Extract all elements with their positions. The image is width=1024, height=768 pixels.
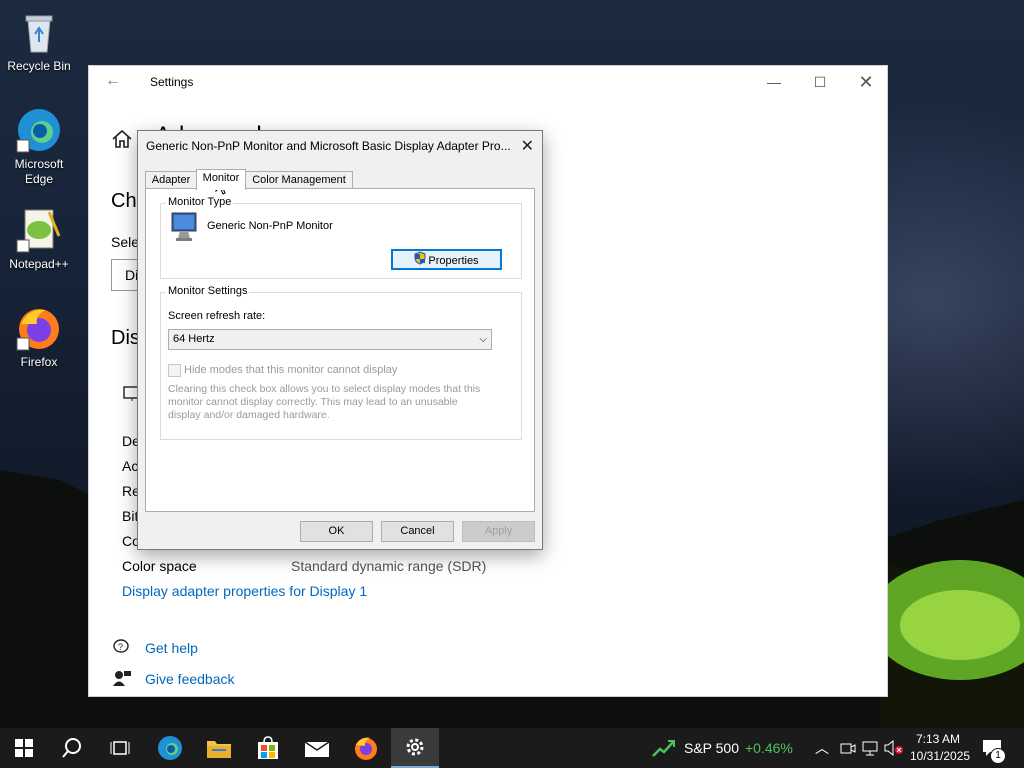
refresh-rate-label: Screen refresh rate: bbox=[168, 310, 266, 322]
hide-modes-checkbox[interactable] bbox=[168, 364, 181, 377]
tab-monitor-label: Monitor bbox=[202, 172, 240, 184]
search-button[interactable] bbox=[48, 728, 96, 768]
notepadpp-icon bbox=[15, 206, 63, 254]
start-button[interactable] bbox=[0, 728, 48, 768]
monitor-settings-group-label: Monitor Settings bbox=[166, 285, 250, 297]
cancel-button-label: Cancel bbox=[400, 525, 435, 537]
color-space-label: Color space bbox=[122, 558, 197, 574]
taskbar-firefox[interactable] bbox=[342, 728, 390, 768]
desktop-icon-recycle-bin[interactable]: Recycle Bin bbox=[2, 8, 76, 74]
tab-color-management-label: Color Management bbox=[252, 174, 346, 186]
clock-date[interactable]: 10/31/2025 bbox=[910, 749, 970, 763]
stock-chart-icon[interactable] bbox=[652, 738, 676, 763]
show-hidden-icons-icon[interactable]: ︿ bbox=[815, 738, 829, 758]
desktop-icon-label: Notepad++ bbox=[9, 257, 69, 271]
tab-adapter-label: Adapter bbox=[151, 174, 191, 186]
edge-icon bbox=[158, 736, 182, 760]
maximize-button[interactable]: ☐ bbox=[797, 66, 843, 98]
taskbar-mail[interactable] bbox=[293, 728, 341, 768]
monitor-device-icon bbox=[170, 211, 198, 248]
svg-text:?: ? bbox=[118, 642, 123, 652]
settings-window-title: Settings bbox=[150, 75, 194, 89]
color-space-value: Standard dynamic range (SDR) bbox=[291, 558, 487, 574]
network-icon[interactable] bbox=[862, 740, 880, 761]
desktop-icon-label: Firefox bbox=[20, 355, 58, 369]
firefox-icon bbox=[15, 304, 63, 352]
info-label-bit-depth: Bit bbox=[122, 508, 139, 524]
taskbar-edge[interactable] bbox=[146, 728, 194, 768]
apply-button[interactable]: Apply bbox=[462, 521, 535, 542]
edge-icon bbox=[15, 106, 63, 154]
properties-button[interactable]: Properties bbox=[391, 249, 502, 270]
adapter-properties-link[interactable]: Display adapter properties for Display 1 bbox=[122, 583, 367, 599]
tab-color-management[interactable]: Color Management bbox=[245, 171, 353, 189]
section-heading-display-info: Dis bbox=[111, 327, 140, 349]
desktop-icon-label: Recycle Bin bbox=[7, 59, 71, 73]
meet-now-icon[interactable] bbox=[840, 740, 856, 761]
back-arrow-icon[interactable]: ← bbox=[105, 72, 121, 90]
close-button[interactable]: ✕ bbox=[843, 66, 889, 98]
minimize-button[interactable]: — bbox=[751, 66, 797, 98]
taskbar-file-explorer[interactable] bbox=[195, 728, 243, 768]
info-label-active-signal: Ac bbox=[122, 458, 139, 474]
help-icon: ? bbox=[113, 639, 131, 660]
cancel-button[interactable]: Cancel bbox=[381, 521, 454, 542]
monitor-name: Generic Non-PnP Monitor bbox=[207, 220, 333, 232]
feedback-icon bbox=[113, 670, 131, 691]
task-view-button[interactable] bbox=[96, 728, 144, 768]
give-feedback-link[interactable]: Give feedback bbox=[145, 671, 235, 687]
properties-button-label: Properties bbox=[428, 254, 479, 267]
hide-modes-label: Hide modes that this monitor cannot disp… bbox=[184, 364, 398, 376]
firefox-icon bbox=[355, 737, 377, 760]
chevron-down-icon: ⌵ bbox=[479, 334, 487, 345]
tab-monitor[interactable]: Monitor bbox=[196, 169, 246, 190]
dialog-title: Generic Non-PnP Monitor and Microsoft Ba… bbox=[146, 139, 511, 153]
volume-muted-icon[interactable] bbox=[884, 739, 904, 761]
taskbar-store[interactable] bbox=[244, 728, 292, 768]
ok-button[interactable]: OK bbox=[300, 521, 373, 542]
dialog-close-button[interactable]: ✕ bbox=[521, 136, 534, 156]
refresh-rate-select[interactable]: 64 Hertz ⌵ bbox=[168, 329, 492, 350]
search-icon bbox=[62, 738, 81, 758]
refresh-rate-value: 64 Hertz bbox=[173, 333, 215, 345]
taskbar-settings[interactable] bbox=[391, 728, 439, 768]
mail-icon bbox=[304, 741, 330, 757]
start-icon bbox=[15, 739, 33, 757]
hide-modes-description-line1: Clearing this check box allows you to se… bbox=[168, 383, 481, 395]
shield-icon bbox=[414, 251, 426, 271]
clock-time[interactable]: 7:13 AM bbox=[916, 732, 960, 746]
desktop-icon-edge[interactable]: Microsoft Edge bbox=[2, 106, 76, 187]
stock-name[interactable]: S&P 500 bbox=[684, 740, 739, 756]
apply-button-label: Apply bbox=[484, 525, 513, 537]
file-explorer-icon bbox=[207, 741, 231, 758]
hide-modes-description-line3: display and/or damaged hardware. bbox=[168, 409, 330, 421]
get-help-link[interactable]: Get help bbox=[145, 640, 198, 656]
home-icon[interactable] bbox=[111, 129, 133, 149]
settings-title-bar: ← Settings — ☐ ✕ bbox=[89, 66, 889, 98]
display-properties-dialog: Generic Non-PnP Monitor and Microsoft Ba… bbox=[137, 130, 543, 550]
hide-modes-description-line2: monitor cannot display correctly. This m… bbox=[168, 396, 458, 408]
notification-badge: 1 bbox=[990, 748, 1006, 764]
stock-change[interactable]: +0.46% bbox=[745, 740, 793, 756]
settings-icon bbox=[406, 738, 424, 756]
task-view-icon bbox=[110, 741, 130, 755]
taskbar: S&P 500 +0.46% ︿ 7:13 AM 10/31/2025 1 bbox=[0, 728, 1024, 768]
recycle-bin-icon bbox=[15, 8, 63, 56]
select-display-label: Sele bbox=[111, 234, 140, 250]
desktop-icon-label: Microsoft Edge bbox=[14, 157, 64, 186]
desktop-icon-notepadpp[interactable]: Notepad++ bbox=[2, 206, 76, 272]
monitor-tab-panel: Monitor Type Generic Non-PnP Monitor Pro… bbox=[145, 188, 535, 512]
ok-button-label: OK bbox=[328, 525, 345, 537]
tab-adapter[interactable]: Adapter bbox=[145, 171, 197, 189]
store-icon bbox=[258, 736, 278, 759]
desktop-icon-firefox[interactable]: Firefox bbox=[2, 304, 76, 370]
